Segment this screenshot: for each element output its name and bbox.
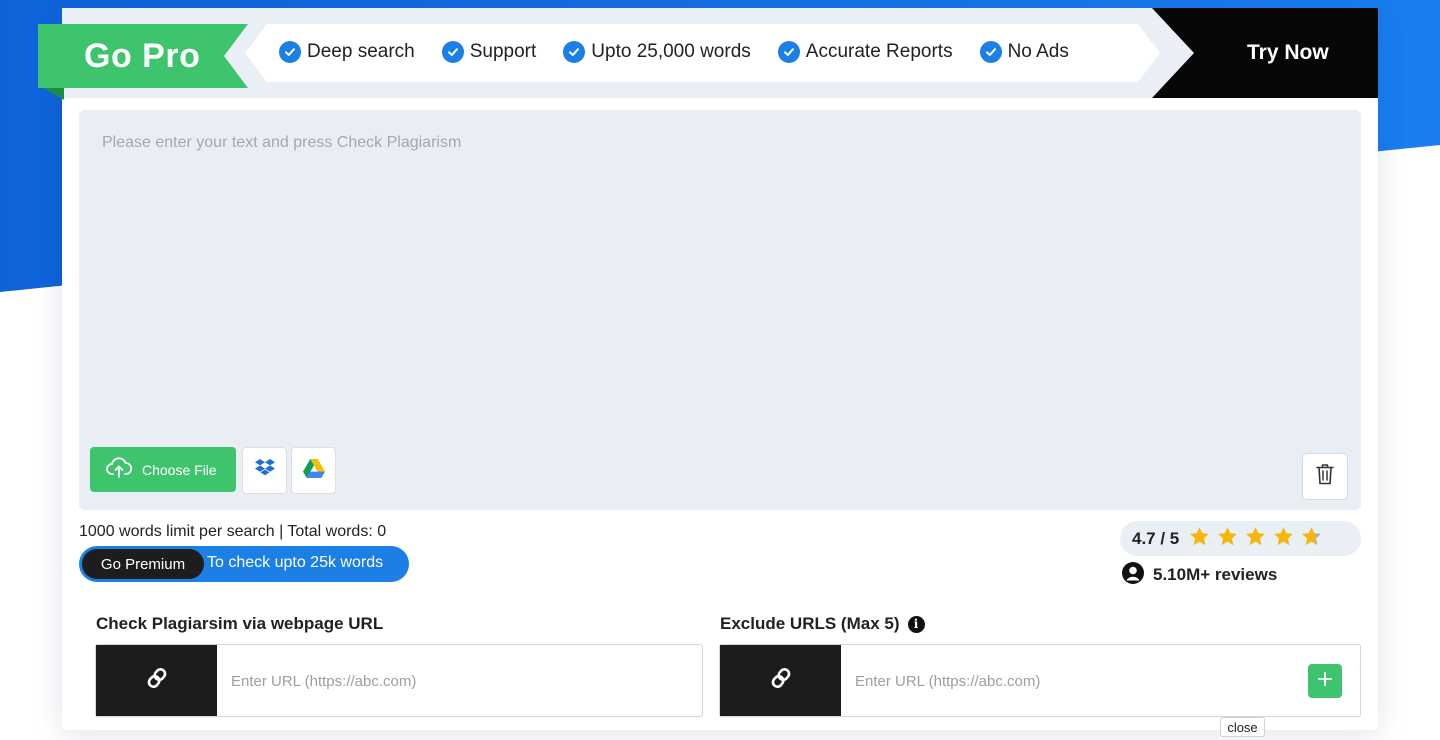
ribbon-fold	[40, 86, 64, 100]
feature-item: Support	[441, 41, 537, 63]
choose-file-button[interactable]: Choose File	[90, 447, 236, 492]
check-circle-icon	[563, 41, 586, 63]
star-icon	[1301, 526, 1322, 551]
premium-promo: Go Premium To check upto 25k words	[79, 546, 409, 582]
feature-list: Deep search Support Upto 25,000 words Ac…	[279, 38, 1096, 66]
info-icon[interactable]: i	[907, 615, 925, 633]
check-circle-icon	[279, 41, 301, 63]
star-icon	[1217, 526, 1238, 551]
close-button[interactable]: close	[1220, 717, 1265, 737]
star-icon	[1245, 526, 1266, 551]
user-circle-icon	[1122, 561, 1144, 589]
feature-label: Upto 25,000 words	[591, 41, 751, 62]
go-pro-label[interactable]: Go Pro	[38, 24, 248, 88]
word-limit-text: 1000 words limit per search | Total word…	[79, 523, 387, 540]
exclude-url-field[interactable]	[719, 644, 1361, 717]
choose-file-label: Choose File	[142, 461, 217, 478]
google-drive-button[interactable]	[291, 447, 336, 494]
clear-text-button[interactable]	[1302, 453, 1348, 500]
go-pro-ribbon[interactable]: Go Pro	[38, 24, 248, 100]
feature-item: No Ads	[979, 41, 1069, 63]
feature-item: Deep search	[279, 41, 415, 63]
reviews-count: 5.10M+ reviews	[1122, 561, 1278, 589]
reviews-label: 5.10M+ reviews	[1153, 565, 1278, 584]
star-icon	[1273, 526, 1294, 551]
text-input[interactable]	[102, 134, 1332, 152]
exclude-urls-title: Exclude URLS (Max 5)	[720, 614, 900, 633]
feature-item: Upto 25,000 words	[563, 41, 751, 63]
link-icon	[767, 663, 795, 698]
link-icon	[143, 663, 171, 698]
exclude-url-input[interactable]	[855, 670, 1285, 692]
cloud-upload-icon	[106, 457, 133, 482]
link-button[interactable]	[96, 645, 217, 716]
go-premium-button[interactable]: Go Premium	[82, 549, 204, 579]
check-circle-icon	[441, 41, 464, 63]
plus-icon	[1318, 671, 1332, 691]
dropbox-icon	[254, 459, 275, 482]
url-input[interactable]	[231, 670, 661, 692]
check-circle-icon	[979, 41, 1002, 63]
exclude-urls-label: Exclude URLS (Max 5) i	[720, 614, 925, 634]
rating-badge: 4.7 / 5	[1120, 521, 1361, 556]
star-rating	[1189, 526, 1329, 551]
feature-label: Support	[469, 41, 537, 62]
google-drive-icon	[302, 458, 325, 483]
rating-score: 4.7 / 5	[1132, 528, 1180, 548]
feature-label: Accurate Reports	[805, 41, 953, 62]
feature-label: Deep search	[307, 41, 415, 62]
url-check-label: Check Plagiarsim via webpage URL	[96, 614, 383, 634]
feature-label: No Ads	[1007, 41, 1069, 62]
feature-item: Accurate Reports	[777, 41, 953, 63]
url-check-title: Check Plagiarsim via webpage URL	[96, 614, 384, 633]
url-check-field[interactable]	[95, 644, 703, 717]
trash-icon	[1316, 463, 1334, 490]
add-url-button[interactable]	[1308, 664, 1342, 698]
star-icon	[1189, 526, 1210, 551]
dropbox-button[interactable]	[242, 447, 287, 494]
check-circle-icon	[777, 41, 800, 63]
link-button[interactable]	[720, 645, 841, 716]
premium-promo-text: To check upto 25k words	[207, 554, 384, 571]
